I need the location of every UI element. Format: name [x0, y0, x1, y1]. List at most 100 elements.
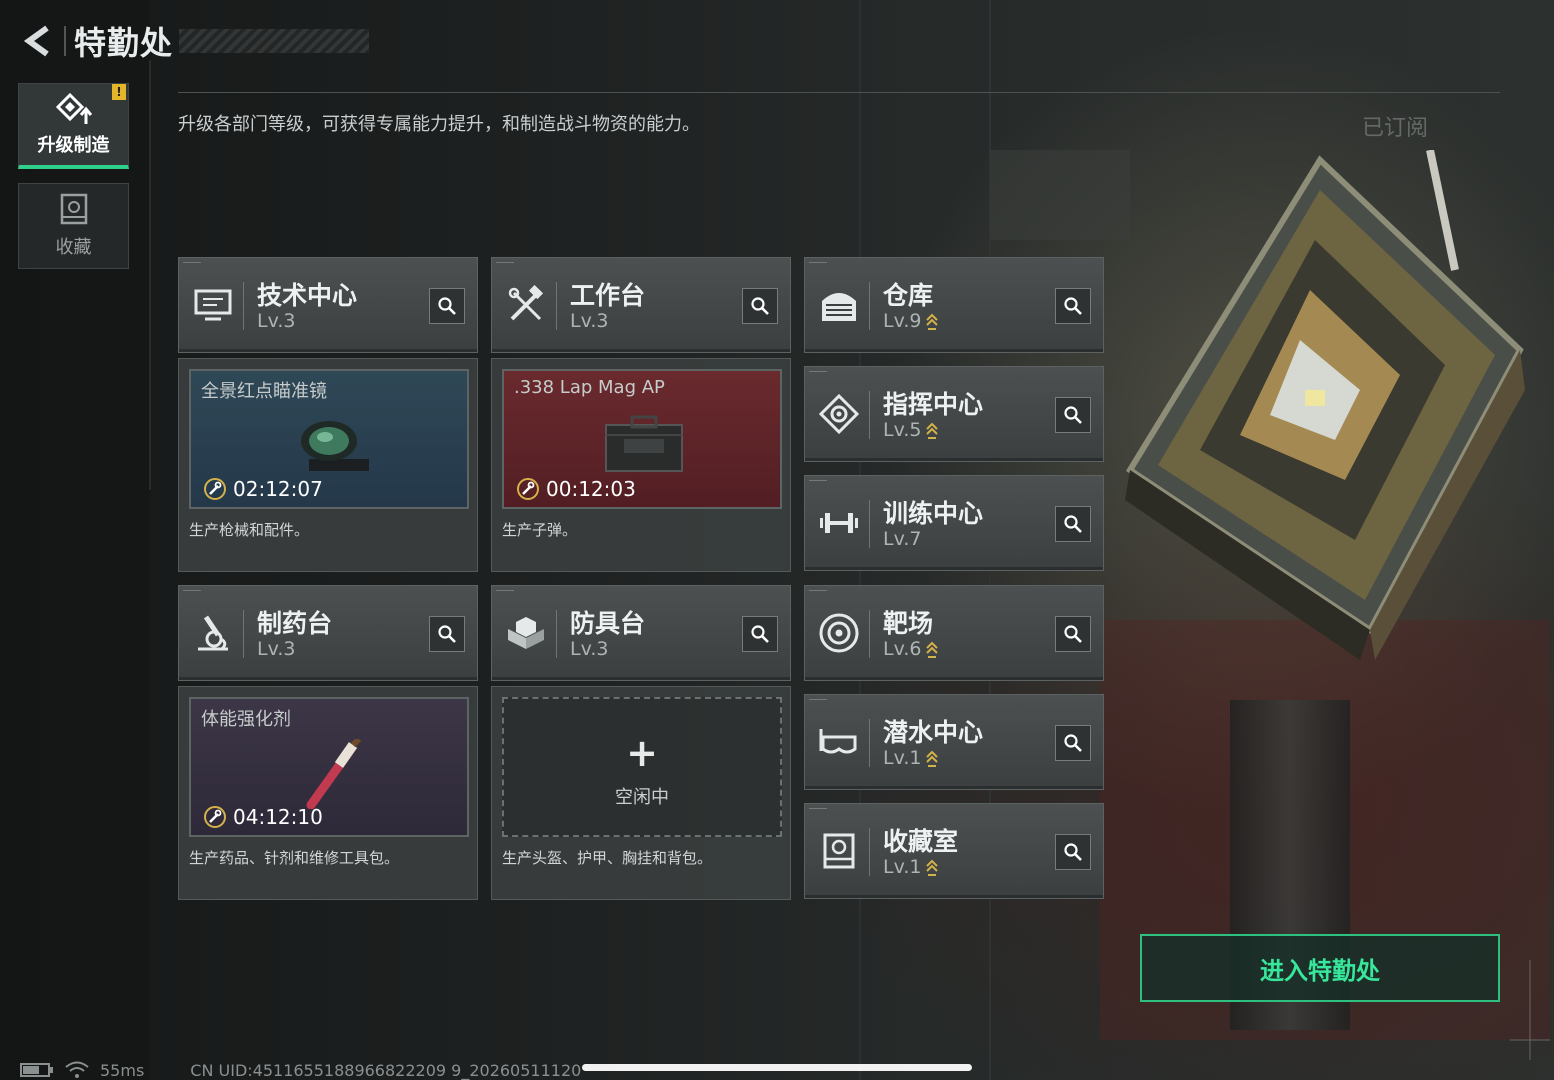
- idle-production-slot[interactable]: + 空闲中: [502, 697, 782, 837]
- facility-level: Lv.1: [883, 856, 939, 878]
- production-slot[interactable]: 体能强化剂 04:12:10: [189, 697, 469, 837]
- status-bar: 55ms CN UID:4511655188966822209 9_202605…: [20, 1060, 581, 1080]
- facility-name: 指挥中心: [883, 390, 984, 419]
- facility-level-text: Lv.1: [883, 747, 922, 769]
- facility-level: Lv.3: [257, 638, 295, 660]
- back-arrow-icon: [23, 25, 49, 57]
- card-divider: [869, 610, 870, 658]
- injector-image: [306, 739, 362, 809]
- upgrade-available-icon: [926, 422, 939, 439]
- card-corner-mark: [809, 262, 827, 263]
- facility-level-text: Lv.6: [883, 638, 922, 660]
- production-description: 生产药品、针剂和维修工具包。: [189, 849, 400, 867]
- facility-level-text: Lv.3: [570, 638, 609, 660]
- ping-text: 55ms: [100, 1060, 145, 1080]
- alert-badge: !: [112, 84, 126, 100]
- wrench-timer-icon: [204, 478, 226, 500]
- dumbbell-icon: [815, 498, 863, 548]
- ammo-box-image: [605, 415, 683, 472]
- card-corner-mark: [496, 262, 514, 263]
- card-divider: [869, 719, 870, 767]
- search-button[interactable]: [1055, 506, 1091, 542]
- collection-icon: [815, 826, 863, 876]
- search-button[interactable]: [429, 616, 465, 652]
- facility-level-text: Lv.7: [883, 528, 922, 550]
- facility-level: Lv.5: [883, 419, 939, 441]
- search-icon: [1064, 406, 1082, 424]
- timer-text: 04:12:10: [233, 805, 323, 829]
- production-item-name: .338 Lap Mag AP: [514, 377, 665, 398]
- production-slot[interactable]: 全景红点瞄准镜 02:12:07: [189, 369, 469, 509]
- search-button[interactable]: [1055, 288, 1091, 324]
- home-indicator[interactable]: [582, 1064, 972, 1071]
- facility-card-range[interactable]: 靶场 Lv.6: [804, 585, 1104, 681]
- facility-level-text: Lv.3: [570, 310, 609, 332]
- facility-card-diving-center[interactable]: 潜水中心 Lv.1: [804, 694, 1104, 790]
- header: 特勤处: [16, 18, 370, 64]
- upgrade-available-icon: [926, 859, 939, 876]
- facility-card-armor-bench[interactable]: 防具台 Lv.3: [491, 585, 791, 681]
- card-divider: [869, 500, 870, 548]
- sidebar-tab-upgrade[interactable]: ! 升级制造: [18, 83, 129, 169]
- facility-level-text: Lv.9: [883, 310, 922, 332]
- facility-card-workbench[interactable]: 工作台 Lv.3: [491, 257, 791, 353]
- search-button[interactable]: [742, 288, 778, 324]
- search-button[interactable]: [1055, 397, 1091, 433]
- facility-name: 潜水中心: [883, 718, 984, 747]
- production-panel-armor-bench[interactable]: + 空闲中 生产头盔、护甲、胸挂和背包。: [491, 686, 791, 900]
- production-panel-tech-center[interactable]: 全景红点瞄准镜 02:12:07 生产枪械和配件。: [178, 358, 478, 572]
- subscribed-label: 已订阅: [1362, 116, 1429, 141]
- enter-special-ops-button[interactable]: 进入特勤处: [1140, 934, 1500, 1002]
- search-icon: [1064, 843, 1082, 861]
- sidebar-tab-label: 收藏: [55, 237, 92, 258]
- facility-level-text: Lv.5: [883, 419, 922, 441]
- production-item-name: 体能强化剂: [201, 709, 291, 730]
- card-divider: [243, 610, 244, 658]
- collection-icon: [60, 193, 87, 225]
- wrench-timer-icon: [517, 478, 539, 500]
- command-gear-icon: [815, 389, 863, 439]
- upgrade-available-icon: [926, 750, 939, 767]
- search-icon: [438, 625, 456, 643]
- sidebar-tab-collection[interactable]: 收藏: [18, 183, 129, 269]
- search-icon: [751, 297, 769, 315]
- search-button[interactable]: [429, 288, 465, 324]
- facility-level: Lv.7: [883, 528, 921, 550]
- facility-level: Lv.9: [883, 310, 939, 332]
- production-timer: 04:12:10: [203, 805, 323, 829]
- search-icon: [1064, 734, 1082, 752]
- facility-level-text: Lv.3: [257, 310, 296, 332]
- facility-name: 工作台: [570, 281, 646, 310]
- search-button[interactable]: [742, 616, 778, 652]
- upgrade-icon: [55, 92, 92, 124]
- search-icon: [1064, 515, 1082, 533]
- production-panel-workbench[interactable]: .338 Lap Mag AP 00:12:03 生产子弹。: [491, 358, 791, 572]
- search-button[interactable]: [1055, 834, 1091, 870]
- facility-card-training-center[interactable]: 训练中心 Lv.7: [804, 475, 1104, 571]
- facility-name: 收藏室: [883, 827, 959, 856]
- production-description: 生产枪械和配件。: [189, 521, 310, 539]
- search-button[interactable]: [1055, 616, 1091, 652]
- facility-name: 防具台: [570, 609, 646, 638]
- facility-card-collection-room[interactable]: 收藏室 Lv.1: [804, 803, 1104, 899]
- back-button[interactable]: [16, 19, 60, 63]
- cube-art: [1125, 150, 1525, 660]
- facility-card-warehouse[interactable]: 仓库 Lv.9: [804, 257, 1104, 353]
- facility-card-command-center[interactable]: 指挥中心 Lv.5: [804, 366, 1104, 462]
- battery-icon: [20, 1063, 53, 1077]
- warehouse-icon: [815, 280, 863, 330]
- hammer-wrench-icon: [502, 280, 550, 330]
- card-corner-mark: [183, 590, 201, 591]
- facility-name: 制药台: [257, 609, 333, 638]
- header-rule: [178, 92, 1500, 93]
- facility-level: Lv.3: [257, 310, 295, 332]
- card-divider: [556, 282, 557, 330]
- facility-card-tech-center[interactable]: 技术中心 Lv.3: [178, 257, 478, 353]
- facility-card-pharmacy[interactable]: 制药台 Lv.3: [178, 585, 478, 681]
- facility-name: 仓库: [883, 281, 934, 310]
- timer-text: 00:12:03: [546, 477, 636, 501]
- production-panel-pharmacy[interactable]: 体能强化剂 04:12:10 生产药品、针剂和维修工具包。: [178, 686, 478, 900]
- search-button[interactable]: [1055, 725, 1091, 761]
- production-item-name: 全景红点瞄准镜: [201, 381, 327, 402]
- production-slot[interactable]: .338 Lap Mag AP 00:12:03: [502, 369, 782, 509]
